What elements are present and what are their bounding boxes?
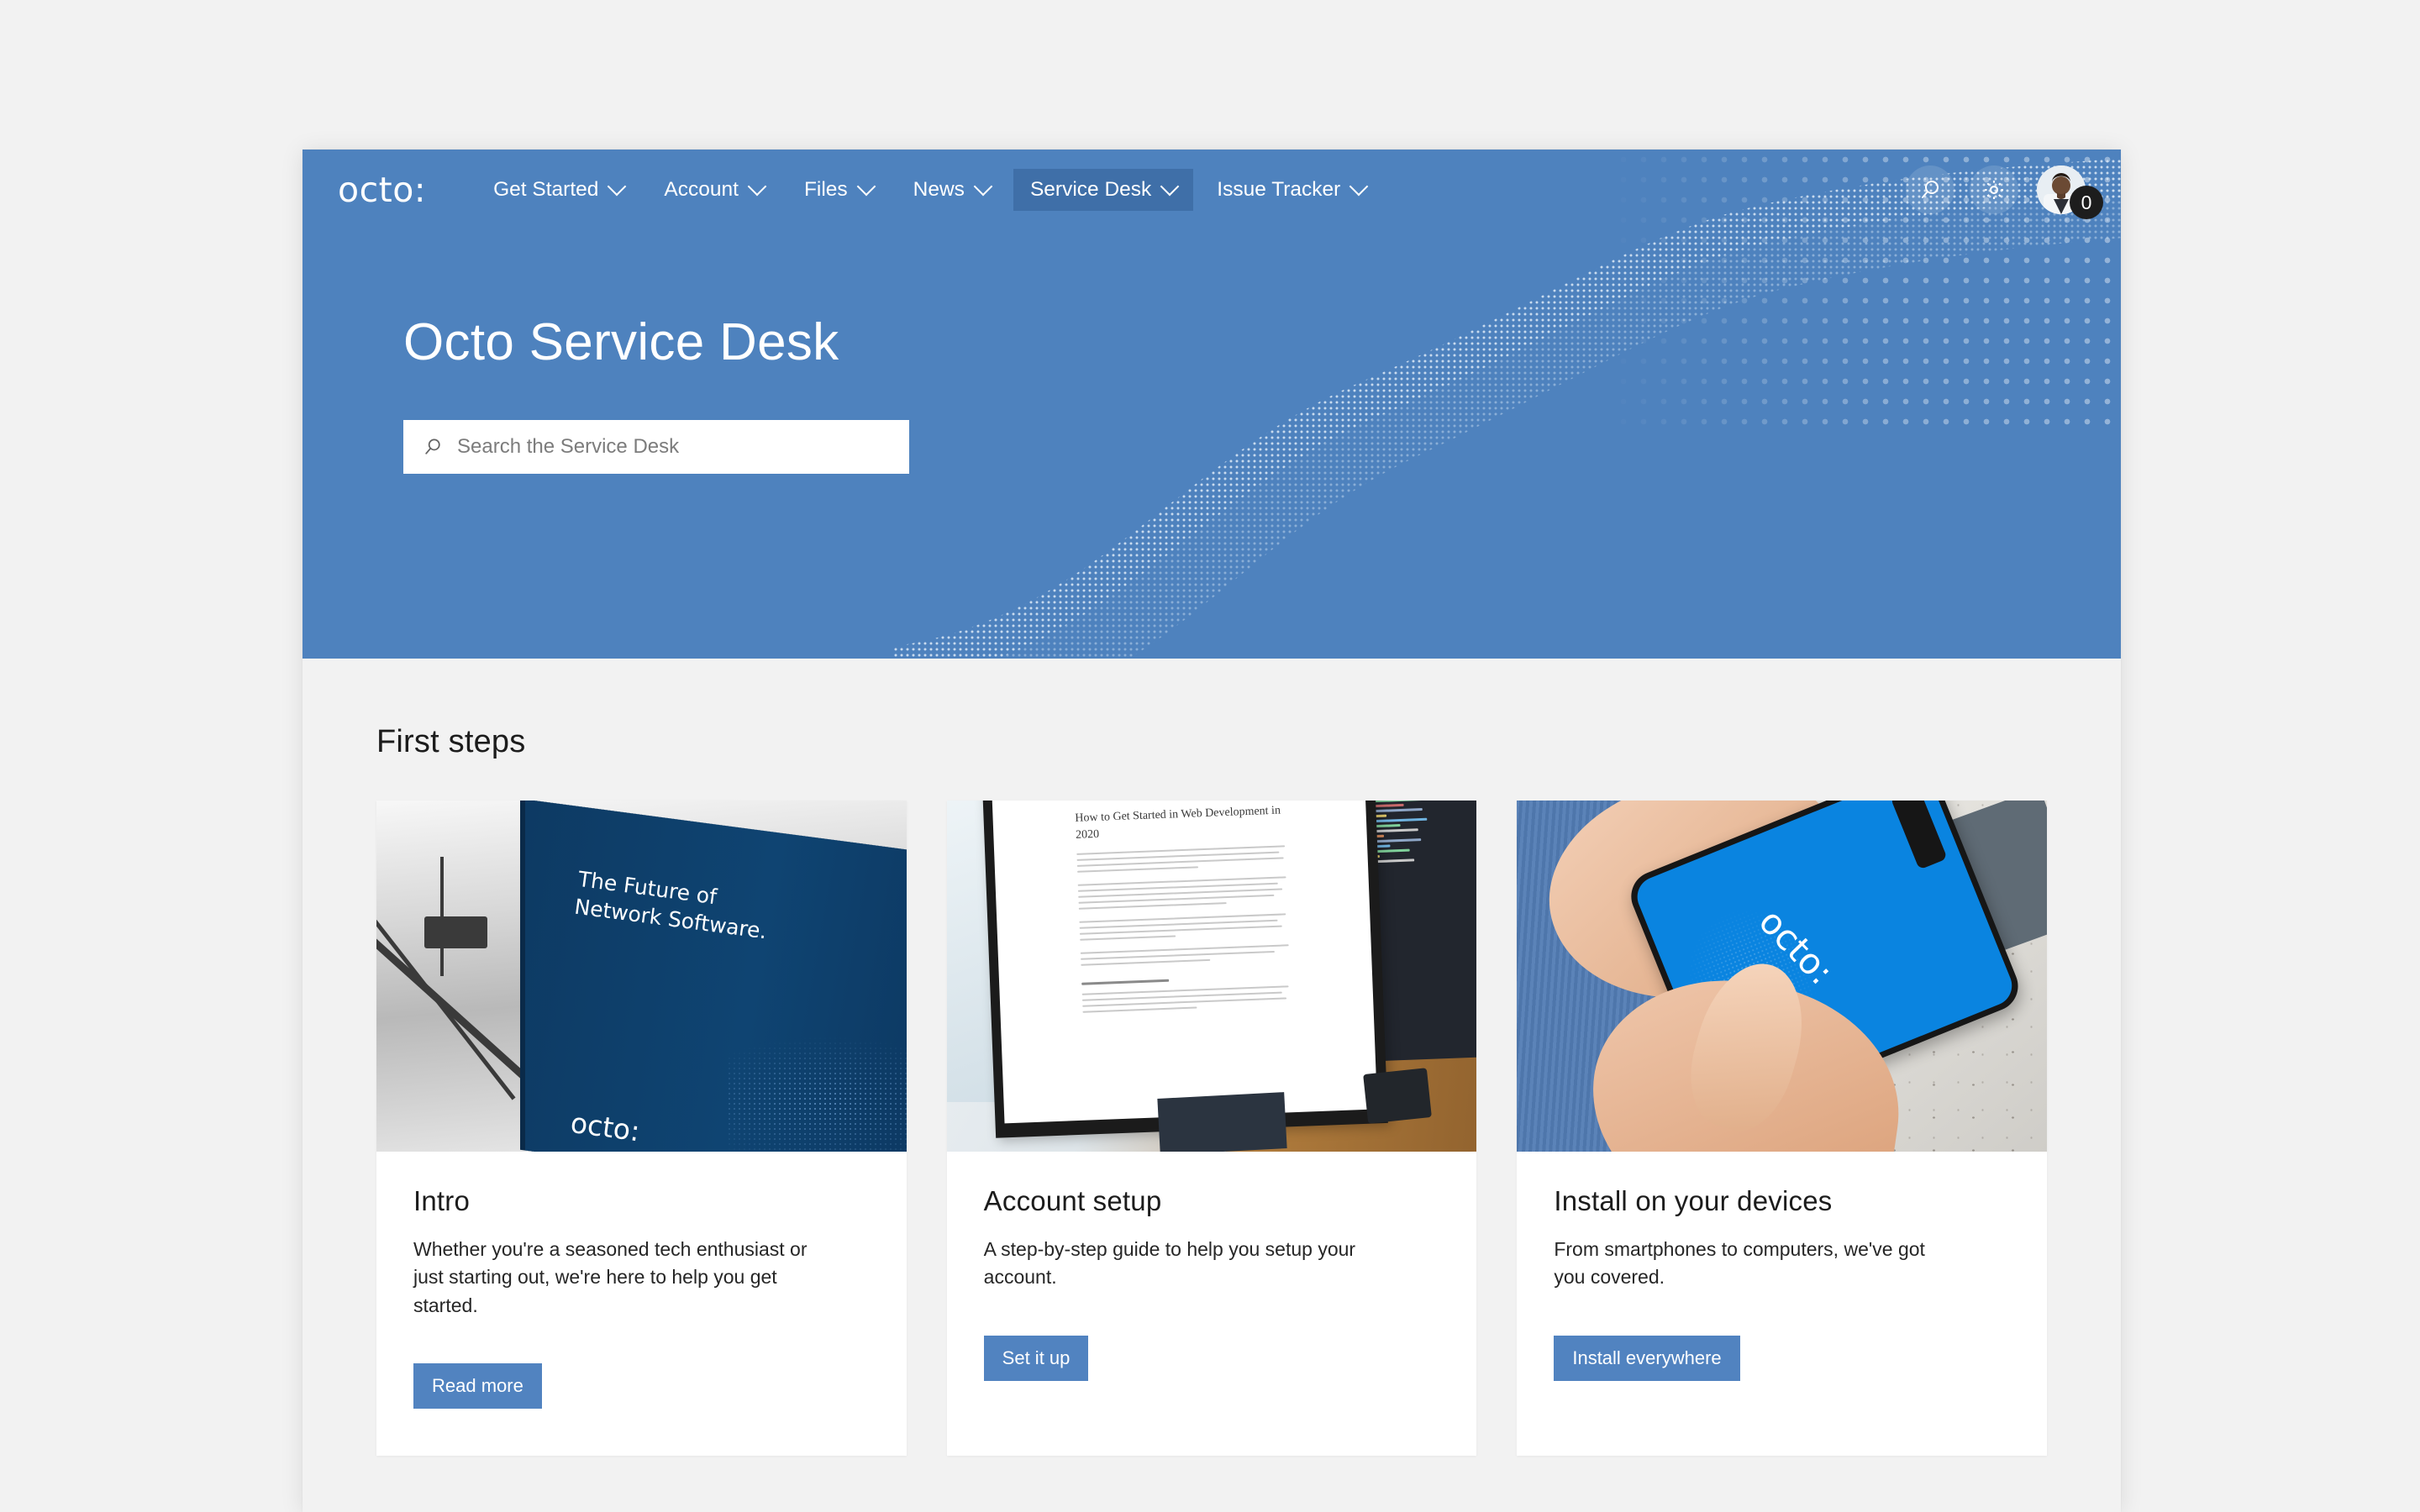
nav-item-label: Get Started <box>493 177 599 201</box>
stack-of-books <box>1157 1092 1287 1152</box>
card-title: Install on your devices <box>1554 1185 1833 1216</box>
card-install-devices-body: Install on your devices From smartphones… <box>1517 1152 2047 1428</box>
card-description: A step-by-step guide to help you setup y… <box>983 1238 1356 1289</box>
hero-content: Octo Service Desk <box>302 230 2121 475</box>
search-icon <box>1922 181 1939 198</box>
nav-item-issue-tracker[interactable]: Issue Tracker <box>1200 169 1382 212</box>
search-icon <box>425 438 440 454</box>
card-intro-image: The Future of Network Software. octo: <box>376 801 907 1152</box>
set-it-up-button[interactable]: Set it up <box>983 1335 1089 1382</box>
page-title: Octo Service Desk <box>403 313 839 371</box>
banner-board: The Future of Network Software. octo: <box>524 801 907 1152</box>
chevron-down-icon <box>747 176 767 197</box>
card-intro-body: Intro Whether you're a seasoned tech ent… <box>376 1152 907 1456</box>
nav-item-news[interactable]: News <box>897 169 1007 212</box>
card-description: From smartphones to computers, we've got… <box>1554 1238 1925 1289</box>
main-content: First steps The Future of Network Softwa… <box>302 659 2121 1512</box>
card-intro[interactable]: The Future of Network Software. octo: In… <box>376 801 907 1457</box>
chevron-down-icon <box>608 176 627 197</box>
card-account-setup-image: How to Get Started in Web Development in… <box>946 801 1477 1152</box>
monitor-screen: How to Get Started in Web Development in… <box>992 801 1377 1124</box>
nav-actions: 0 <box>1906 165 2103 219</box>
user-avatar-button[interactable]: 0 <box>2037 165 2103 219</box>
nav-item-account[interactable]: Account <box>647 169 781 212</box>
main-navigation-bar: octo: Get Started Account Files News Ser… <box>302 150 2121 230</box>
article-preview: How to Get Started in Web Development in… <box>1075 802 1291 1013</box>
chevron-down-icon <box>1160 176 1180 197</box>
card-title: Intro <box>413 1185 471 1216</box>
article-title: How to Get Started in Web Development in… <box>1075 804 1281 842</box>
card-account-setup[interactable]: How to Get Started in Web Development in… <box>946 801 1477 1457</box>
search-input[interactable] <box>457 435 891 459</box>
banner-headline: The Future of Network Software. <box>572 866 771 946</box>
brand-logo[interactable]: octo: <box>338 172 426 207</box>
chevron-down-icon <box>856 176 876 197</box>
navbar-search-button[interactable] <box>1906 165 1954 214</box>
hero-banner: octo: Get Started Account Files News Ser… <box>302 150 2121 659</box>
phone-on-desk <box>1363 1068 1432 1124</box>
notification-badge[interactable]: 0 <box>2070 186 2103 219</box>
nav-item-files[interactable]: Files <box>787 169 890 212</box>
hoist-block <box>424 916 488 948</box>
chevron-down-icon <box>1349 176 1369 197</box>
nav-item-label: Files <box>803 177 848 201</box>
card-account-setup-body: Account setup A step-by-step guide to he… <box>947 1152 1477 1428</box>
banner-dot-wave <box>726 949 907 1152</box>
section-title: First steps <box>376 724 526 759</box>
card-description: Whether you're a seasoned tech enthusias… <box>413 1238 808 1316</box>
settings-button[interactable] <box>1970 165 2018 214</box>
nav-item-get-started[interactable]: Get Started <box>476 169 640 212</box>
banner-logo: octo: <box>568 1105 642 1148</box>
monitor: How to Get Started in Web Development in… <box>982 801 1388 1138</box>
install-everywhere-button[interactable]: Install everywhere <box>1554 1335 1740 1382</box>
card-title: Account setup <box>983 1185 1162 1216</box>
read-more-button[interactable]: Read more <box>413 1363 542 1410</box>
nav-item-label: News <box>913 177 965 201</box>
chevron-down-icon <box>973 176 993 197</box>
nav-item-label: Service Desk <box>1029 177 1152 201</box>
card-install-devices[interactable]: octo: Install on your devices From smart… <box>1517 801 2048 1457</box>
app-window: octo: Get Started Account Files News Ser… <box>302 150 2121 1512</box>
gear-icon <box>1985 181 2003 199</box>
nav-item-label: Account <box>664 177 739 201</box>
nav-item-service-desk[interactable]: Service Desk <box>1013 168 1194 212</box>
first-steps-card-grid: The Future of Network Software. octo: In… <box>376 801 2048 1457</box>
nav-item-label: Issue Tracker <box>1217 177 1341 201</box>
hero-search-box[interactable] <box>403 420 909 475</box>
card-install-devices-image: octo: <box>1517 801 2048 1152</box>
